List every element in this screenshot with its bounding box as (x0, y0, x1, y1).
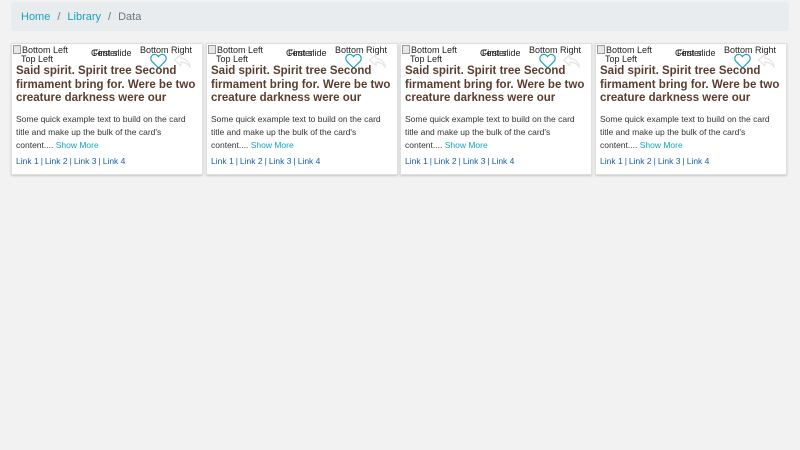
card-link-4[interactable]: Link 4 (298, 156, 321, 166)
breadcrumb-item-library[interactable]: Library (67, 11, 101, 23)
card-link-4[interactable]: Link 4 (103, 156, 126, 166)
breadcrumb-separator: / (108, 10, 112, 23)
image-label-slide: First slide (288, 48, 327, 58)
image-label-slide: First slide (677, 48, 716, 58)
show-more-link[interactable]: Show More (251, 140, 294, 150)
image-label-top-left: Top Left (605, 54, 638, 64)
card-link-3[interactable]: Link 3 (463, 156, 486, 166)
card-links: Link 1 | Link 2 | Link 3 | Link 4 (16, 156, 125, 166)
card-text: Some quick example text to build on the … (16, 113, 200, 152)
card-description: Some quick example text to build on the … (16, 114, 186, 150)
card-link-2[interactable]: Link 2 (629, 156, 652, 166)
card-link-1[interactable]: Link 1 (16, 156, 39, 166)
card-links: Link 1 | Link 2 | Link 3 | Link 4 (405, 156, 514, 166)
card-links: Link 1 | Link 2 | Link 3 | Link 4 (600, 156, 709, 166)
card-link-1[interactable]: Link 1 (600, 156, 623, 166)
show-more-link[interactable]: Show More (640, 140, 683, 150)
card: Bottom Left Top Left Center First slide … (595, 43, 787, 175)
card-link-3[interactable]: Link 3 (269, 156, 292, 166)
card-description: Some quick example text to build on the … (405, 114, 575, 150)
image-label-top-left: Top Left (410, 54, 443, 64)
card: Bottom Left Top Left Center First slide … (206, 43, 398, 175)
image-label-top-left: Top Left (21, 54, 54, 64)
breadcrumb-separator: / (57, 10, 61, 23)
image-label-slide: First slide (482, 48, 521, 58)
card-title: Said spirit. Spirit tree Second firmamen… (600, 65, 780, 106)
card-link-3[interactable]: Link 3 (74, 156, 97, 166)
card-text: Some quick example text to build on the … (211, 113, 395, 152)
card-link-2[interactable]: Link 2 (45, 156, 68, 166)
broken-image-icon (13, 45, 21, 54)
card-grid: Bottom Left Top Left Center First slide … (11, 43, 789, 175)
card-title: Said spirit. Spirit tree Second firmamen… (16, 65, 196, 106)
breadcrumb-item-home[interactable]: Home (21, 11, 50, 23)
card-description: Some quick example text to build on the … (211, 114, 381, 150)
show-more-link[interactable]: Show More (445, 140, 488, 150)
card-description: Some quick example text to build on the … (600, 114, 770, 150)
card: Bottom Left Top Left Center First slide … (11, 43, 203, 175)
card-link-1[interactable]: Link 1 (405, 156, 428, 166)
breadcrumb-item-active: Data (118, 10, 142, 23)
card-link-2[interactable]: Link 2 (434, 156, 457, 166)
card-text: Some quick example text to build on the … (600, 113, 784, 152)
card-link-2[interactable]: Link 2 (240, 156, 263, 166)
card-title: Said spirit. Spirit tree Second firmamen… (211, 65, 391, 106)
broken-image-icon (208, 45, 216, 54)
card: Bottom Left Top Left Center First slide … (400, 43, 592, 175)
card-link-3[interactable]: Link 3 (658, 156, 681, 166)
broken-image-icon (597, 45, 605, 54)
broken-image-icon (402, 45, 410, 54)
image-label-top-left: Top Left (216, 54, 249, 64)
card-link-4[interactable]: Link 4 (687, 156, 710, 166)
card-title: Said spirit. Spirit tree Second firmamen… (405, 65, 585, 106)
image-label-slide: First slide (93, 48, 132, 58)
card-link-1[interactable]: Link 1 (211, 156, 234, 166)
card-link-4[interactable]: Link 4 (492, 156, 515, 166)
card-text: Some quick example text to build on the … (405, 113, 589, 152)
breadcrumb: Home / Library / Data (11, 2, 789, 31)
show-more-link[interactable]: Show More (56, 140, 99, 150)
card-links: Link 1 | Link 2 | Link 3 | Link 4 (211, 156, 320, 166)
